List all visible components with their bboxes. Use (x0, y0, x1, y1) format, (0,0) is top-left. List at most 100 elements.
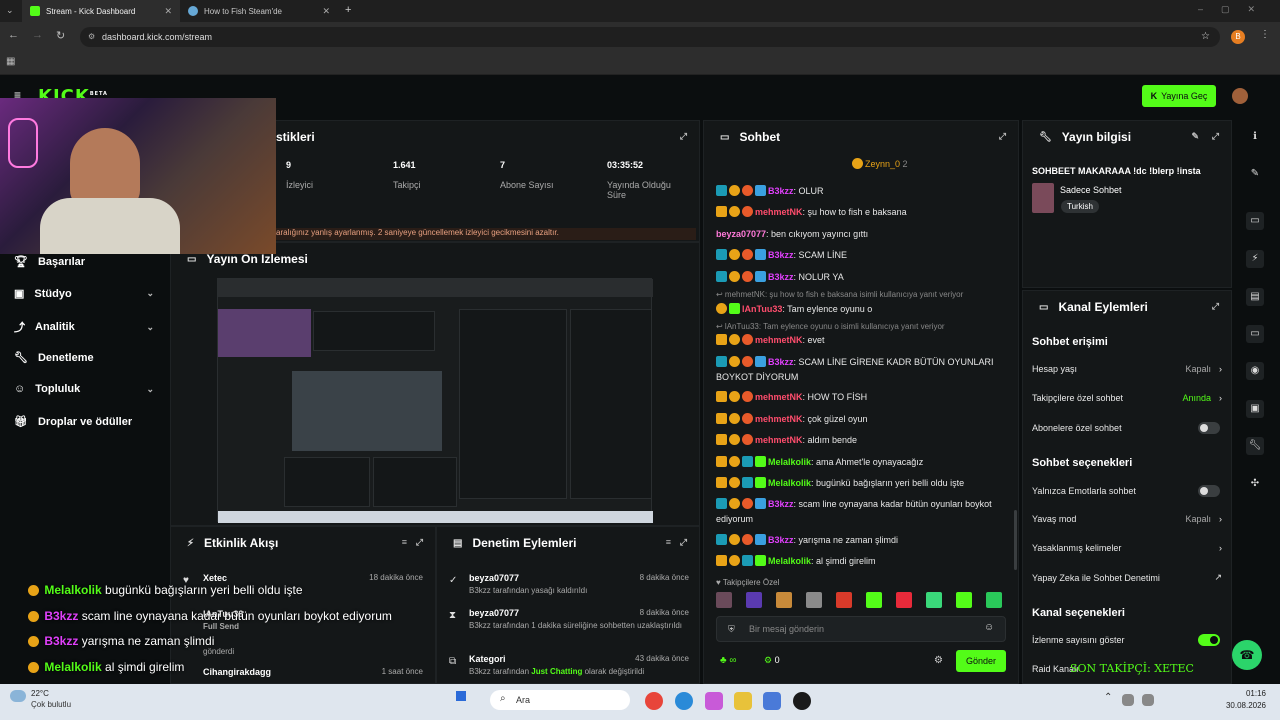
edit-icon[interactable]: ✎ (1191, 131, 1199, 142)
user-avatar[interactable] (1232, 88, 1248, 104)
chat-message[interactable]: Melalkolik: ama Ahmet'le oynayacağız (716, 455, 1006, 470)
send-button[interactable]: Gönder (956, 650, 1006, 672)
chat-username[interactable]: B3kzz (768, 186, 794, 196)
profile-avatar[interactable]: B (1231, 30, 1245, 44)
chat-username[interactable]: mehmetNK (755, 435, 803, 445)
go-live-button[interactable]: K Yayına Geç (1142, 85, 1216, 107)
expand-icon[interactable]: ⤢ (416, 537, 423, 548)
chat-message[interactable]: mehmetNK: şu how to fish e baksana (716, 205, 1006, 220)
apps-grid-icon[interactable]: ▦ (6, 56, 15, 67)
store-icon[interactable] (763, 692, 781, 710)
tab-kick-dashboard[interactable]: Stream - Kick Dashboard ✕ (22, 0, 180, 22)
emote-icon[interactable] (896, 592, 912, 608)
tab-how-to-fish[interactable]: How to Fish Steam'de ✕ (180, 0, 338, 22)
chrome-icon[interactable] (645, 692, 663, 710)
expand-icon[interactable]: ⤢ (680, 537, 687, 548)
emote-icon[interactable] (836, 592, 852, 608)
emote-icon[interactable] (926, 592, 942, 608)
edge-icon[interactable] (675, 692, 693, 710)
subscribers-only-toggle[interactable] (1198, 422, 1220, 434)
chat-message[interactable]: B3kzz: SCAM LİNE GİRENE KADR BÜTÜN OYUNL… (716, 355, 1006, 385)
sidebar-item-community[interactable]: ☺ Topluluk ⌄ (14, 383, 154, 395)
emote-bar[interactable] (716, 592, 1006, 610)
chat-username[interactable]: B3kzz (768, 357, 794, 367)
account-age-row[interactable]: Hesap yaşı Kapalı › (1032, 364, 1222, 374)
chat-message[interactable]: B3kzz: yarışma ne zaman şlimdi (716, 533, 1006, 548)
edit-icon[interactable]: ✎ (1246, 165, 1264, 183)
expand-icon[interactable]: ⤢ (999, 131, 1006, 142)
chat-message[interactable]: B3kzz: scam line oynayana kadar bütün oy… (716, 497, 1006, 527)
chat-scrollbar[interactable] (1014, 510, 1017, 570)
chat-message[interactable]: B3kzz: NOLUR YA (716, 270, 1006, 285)
forward-icon[interactable]: → (32, 29, 43, 41)
emote-icon[interactable] (986, 592, 1002, 608)
taskbar-time[interactable]: 01:16 (1226, 689, 1266, 698)
sidebar-item-analytics[interactable]: ⤴ Analitik ⌄ (14, 319, 154, 335)
chat-username[interactable]: mehmetNK (755, 335, 803, 345)
emote-only-toggle[interactable] (1198, 485, 1220, 497)
info-icon[interactable]: ℹ (1246, 128, 1264, 146)
emote-icon[interactable] (866, 592, 882, 608)
emote-icon[interactable] (806, 592, 822, 608)
show-viewcount-toggle[interactable] (1198, 634, 1220, 646)
chat-username[interactable]: mehmetNK (755, 414, 803, 424)
filter-icon[interactable]: ≡ (402, 537, 407, 547)
chat-username[interactable]: B3kzz (768, 535, 794, 545)
chat-bubble-icon[interactable]: ▭ (1246, 325, 1264, 343)
url-input[interactable]: ⚙ dashboard.kick.com/stream ☆ (80, 27, 1220, 47)
chat-username[interactable]: lAnTuu33 (742, 304, 782, 314)
emote-icon[interactable] (716, 592, 732, 608)
emoji-icon[interactable]: ☺ (984, 622, 994, 633)
sidebar-item-drops[interactable]: 🎁︎ Droplar ve ödüller (14, 415, 154, 429)
back-icon[interactable]: ← (8, 29, 19, 41)
volume-icon[interactable] (1142, 694, 1154, 706)
chat-username[interactable]: B3kzz (768, 250, 794, 260)
chat-message[interactable]: mehmetNK: evet (716, 333, 1006, 348)
chat-message[interactable]: lAnTuu33: Tam eylence oyunu o (716, 302, 1006, 317)
chat-message-input[interactable]: Bir mesaj gönderin (716, 616, 1006, 642)
wrench-icon[interactable]: 🔧︎ (1246, 437, 1264, 455)
chat-username[interactable]: Melalkolik (768, 457, 811, 467)
chat-message[interactable]: beyza07077: ben cıkıyom yayıncı gıttı (716, 227, 1006, 242)
bookmark-star-icon[interactable]: ☆ (1201, 31, 1210, 42)
chat-message[interactable]: Melalkolik: bugünkü bağışların yeri bell… (716, 476, 1006, 491)
expand-icon[interactable]: ⤢ (1212, 301, 1219, 312)
chat-username[interactable]: B3kzz (768, 272, 794, 282)
network-icon[interactable] (1122, 694, 1134, 706)
chat-username[interactable]: beyza07077 (716, 229, 766, 239)
weather-temp[interactable]: 22°C (31, 689, 49, 698)
ai-moderation-row[interactable]: Yapay Zeka ile Sohbet Denetimi ↗ (1032, 572, 1222, 583)
followers-only-row[interactable]: Takipçilere özel sohbet Anında › (1032, 393, 1222, 403)
obs-icon[interactable] (793, 692, 811, 710)
chat-message[interactable]: mehmetNK: çok güzel oyun (716, 412, 1006, 427)
puzzle-icon[interactable]: ✣ (1246, 475, 1264, 493)
emote-icon[interactable] (776, 592, 792, 608)
pinned-user[interactable]: Zeynn_0 2 (852, 158, 908, 169)
weather-desc[interactable]: Çok bulutlu (31, 700, 71, 709)
slow-mode-row[interactable]: Yavaş mod Kapalı › (1032, 514, 1222, 524)
browser-menu-icon[interactable]: ⋮ (1260, 29, 1270, 40)
banned-words-row[interactable]: Yasaklanmış kelimeler › (1032, 543, 1222, 553)
tab-search-icon[interactable]: ⌄ (6, 5, 14, 16)
chat-message[interactable]: mehmetNK: aldım bende (716, 433, 1006, 448)
chat-message[interactable]: Melalkolik: al şimdi girelim (716, 554, 1006, 569)
new-tab-icon[interactable]: + (345, 4, 351, 16)
emote-icon[interactable] (746, 592, 762, 608)
taskbar-date[interactable]: 30.08.2026 (1216, 701, 1266, 710)
sidebar-item-moderation[interactable]: 🔧︎ Denetleme (14, 351, 154, 365)
chat-message[interactable]: B3kzz: OLUR (716, 184, 1006, 199)
close-tab-icon[interactable]: ✕ (164, 6, 172, 17)
chat-settings-icon[interactable]: ⚙ (934, 655, 943, 666)
sidebar-item-studio[interactable]: ▣ Stüdyo ⌄ (14, 287, 154, 301)
tray-chevron-icon[interactable]: ⌃ (1104, 692, 1112, 703)
help-chat-icon[interactable]: ☎ (1232, 640, 1262, 670)
expand-icon[interactable]: ⤢ (1212, 131, 1219, 142)
chat-username[interactable]: mehmetNK (755, 392, 803, 402)
filter-icon[interactable]: ≡ (666, 537, 671, 547)
lightning-icon[interactable]: ⚡︎ (1246, 250, 1264, 268)
infinity-icon[interactable]: ♣ ∞ (720, 655, 736, 666)
chat-message[interactable]: mehmetNK: HOW TO FİSH (716, 390, 1006, 405)
window-controls[interactable]: –▢✕ (1198, 4, 1273, 15)
file-explorer-icon[interactable] (734, 692, 752, 710)
reload-icon[interactable]: ↻ (56, 29, 65, 42)
